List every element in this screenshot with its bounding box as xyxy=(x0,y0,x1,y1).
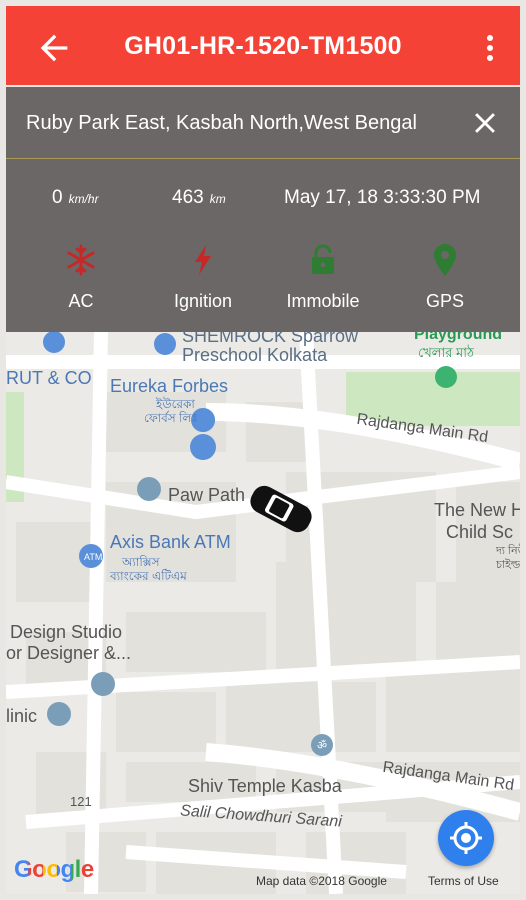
lock-icon xyxy=(268,239,378,281)
speed-value: 0 xyxy=(52,187,63,208)
snowflake-icon xyxy=(26,239,136,281)
map-label: or Designer &... xyxy=(6,643,132,663)
speed-unit: km/hr xyxy=(68,192,99,206)
vehicle-info-panel: Ruby Park East, Kasbah North,West Bengal… xyxy=(6,87,520,332)
app-bar: GH01-HR-1520-TM1500 xyxy=(6,6,520,85)
map-label: linic xyxy=(6,706,38,726)
my-location-button[interactable] xyxy=(438,810,494,866)
map-label: RUT & CO xyxy=(6,368,92,388)
timestamp: May 17, 18 3:33:30 PM xyxy=(284,187,481,208)
google-logo: Google xyxy=(14,856,94,884)
google-logo-text: Google xyxy=(14,856,94,883)
map-label: Child Sc xyxy=(446,522,514,542)
close-button[interactable] xyxy=(468,106,502,140)
feature-label: GPS xyxy=(425,291,464,311)
map-label: Preschool Kolkata xyxy=(182,345,328,365)
map-label: Eureka Forbes xyxy=(110,376,229,396)
map-label: খেলার মাঠ xyxy=(418,345,474,360)
close-icon xyxy=(475,113,495,133)
map-label: The New H xyxy=(434,500,520,520)
map-label: ফোর্বস লিঃ xyxy=(144,411,198,425)
distance-value: 463 xyxy=(172,187,204,208)
map-label: 121 xyxy=(70,794,92,809)
distance-stat: 463 km xyxy=(172,187,226,209)
back-button[interactable] xyxy=(34,28,74,68)
feature-gps: GPS xyxy=(390,239,500,312)
vehicle-title: GH01-HR-1520-TM1500 xyxy=(124,32,402,60)
map-label: চাইল্ড xyxy=(496,559,520,571)
map-label: ব্যাংকের এটিএম xyxy=(110,569,187,583)
feature-label: AC xyxy=(68,291,94,311)
map-label: Paw Path xyxy=(168,485,246,505)
svg-text:ATM: ATM xyxy=(84,552,102,562)
speed-stat: 0 km/hr xyxy=(52,187,99,209)
map-label: Design Studio xyxy=(10,622,123,642)
bolt-icon xyxy=(148,239,258,281)
more-menu-button[interactable] xyxy=(480,30,500,66)
svg-text:ॐ: ॐ xyxy=(317,739,327,752)
arrow-back-icon xyxy=(40,34,68,62)
map-label: Axis Bank ATM xyxy=(110,532,231,552)
feature-label: Immobile xyxy=(286,291,360,311)
more-vert-icon xyxy=(487,35,493,61)
feature-ac: AC xyxy=(26,239,136,312)
feature-ignition: Ignition xyxy=(148,239,258,312)
terms-of-use-link[interactable]: Terms of Use xyxy=(428,874,499,888)
divider xyxy=(6,158,520,159)
map-label: Playground xyxy=(414,332,503,343)
address-text: Ruby Park East, Kasbah North,West Bengal xyxy=(26,112,417,134)
map-data-attribution: Map data ©2018 Google xyxy=(256,874,387,888)
map-label: Shiv Temple Kasba xyxy=(188,776,342,796)
my-location-icon xyxy=(450,822,482,854)
feature-label: Ignition xyxy=(173,291,233,311)
distance-unit: km xyxy=(209,192,226,206)
map-pin-icon xyxy=(390,239,500,281)
feature-immobile: Immobile xyxy=(268,239,378,312)
